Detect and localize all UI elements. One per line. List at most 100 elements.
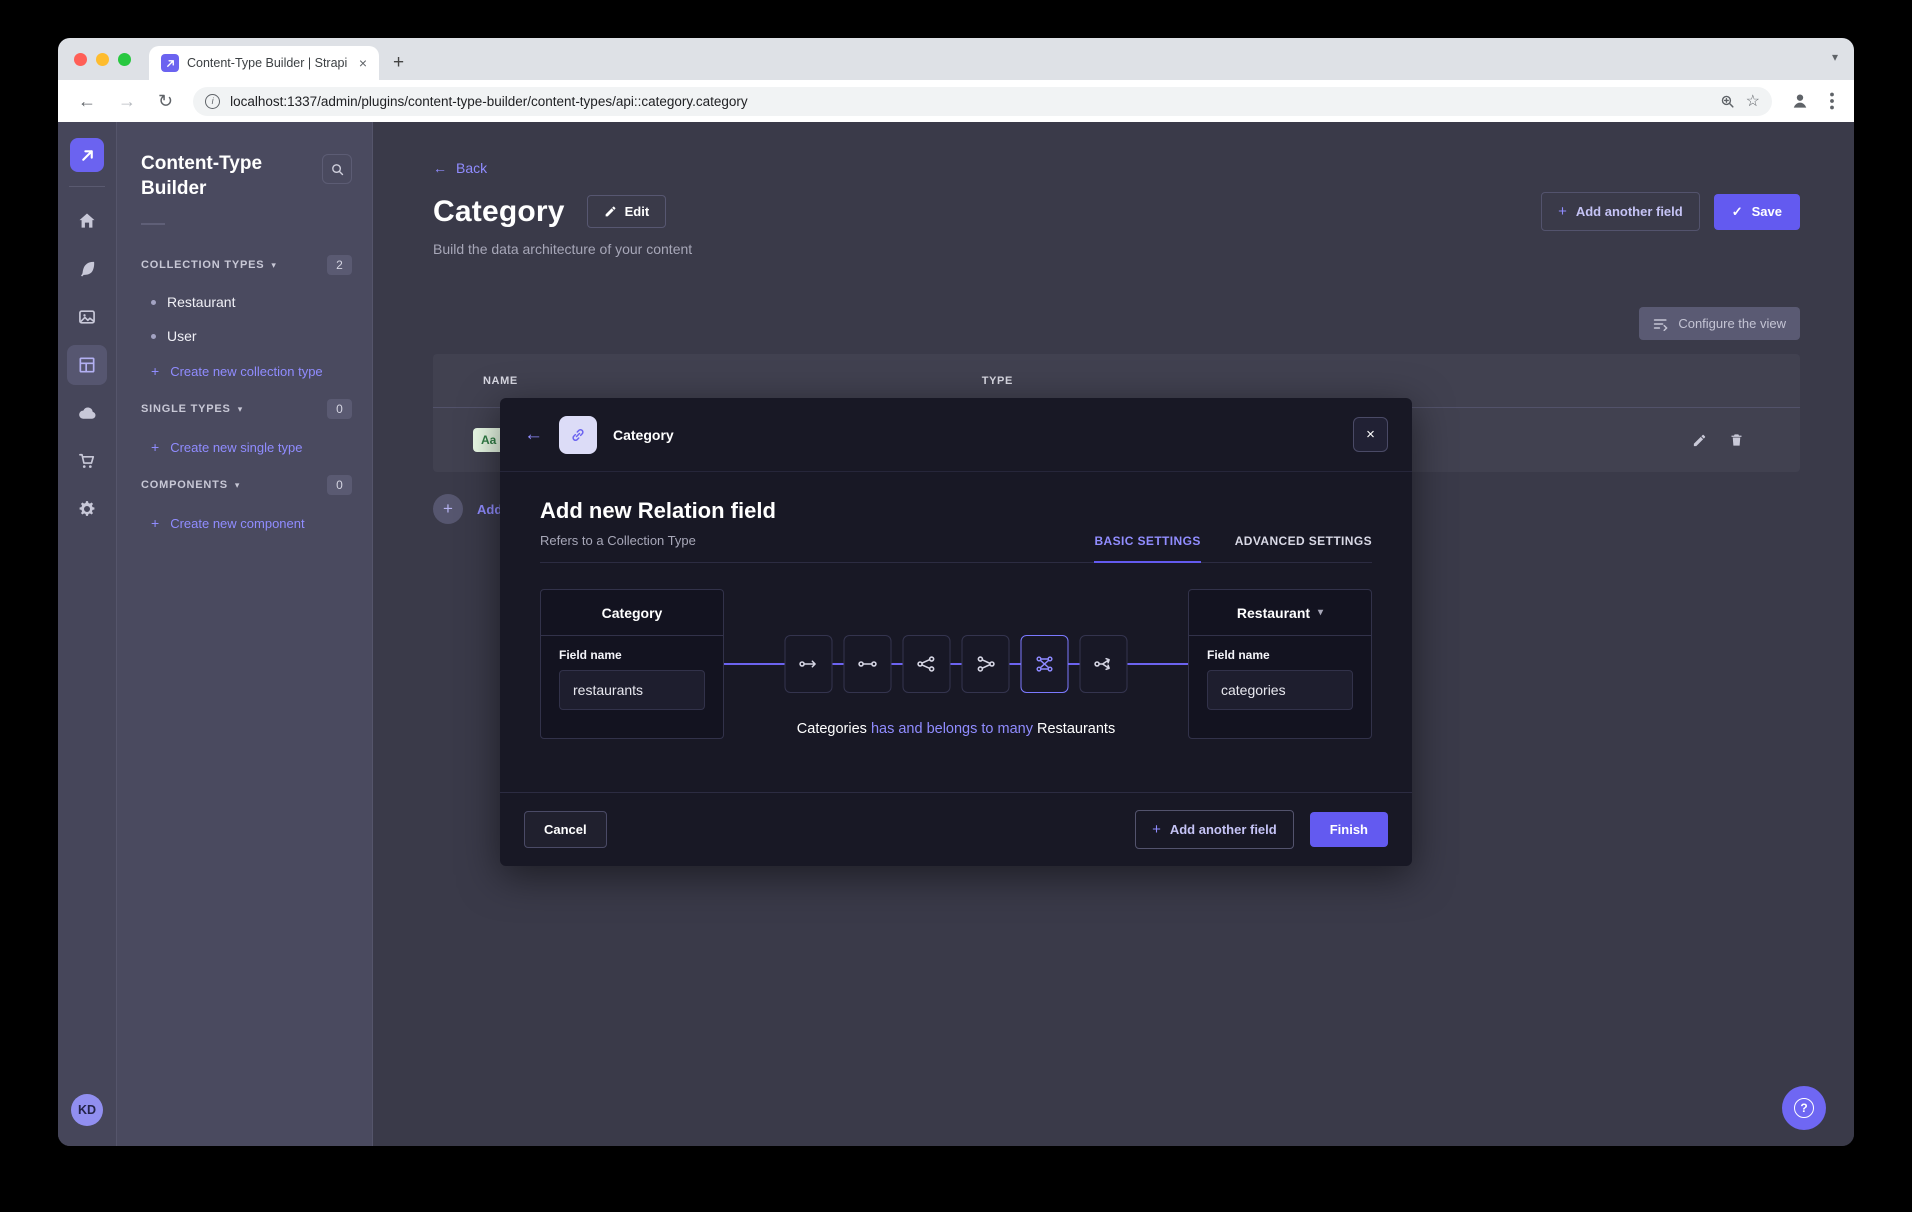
- page-subtitle: Build the data architecture of your cont…: [433, 241, 1800, 257]
- configure-row: Configure the view: [433, 307, 1800, 340]
- relation-caption: Categories has and belongs to many Resta…: [724, 721, 1188, 737]
- strapi-logo-icon[interactable]: [70, 138, 104, 172]
- tab-advanced-settings[interactable]: ADVANCED SETTINGS: [1235, 534, 1372, 562]
- target-card-dropdown[interactable]: Restaurant ▾: [1189, 590, 1371, 636]
- relation-connector: Categories has and belongs to many Resta…: [724, 589, 1188, 739]
- edit-row-pencil-icon[interactable]: [1692, 433, 1707, 448]
- plus-icon: +: [151, 363, 159, 379]
- tab-search-caret-icon[interactable]: ▾: [1832, 50, 1838, 64]
- nav-media-library-icon[interactable]: [67, 297, 107, 337]
- create-component-link[interactable]: + Create new component: [117, 505, 372, 541]
- new-tab-button[interactable]: +: [379, 52, 404, 80]
- save-button[interactable]: ✓ Save: [1714, 194, 1800, 230]
- save-label: Save: [1752, 204, 1782, 219]
- address-bar[interactable]: i localhost:1337/admin/plugins/content-t…: [193, 87, 1772, 116]
- modal-breadcrumb: Category: [613, 427, 674, 443]
- page-title: Category: [433, 195, 565, 229]
- modal-subtitle: Refers to a Collection Type: [540, 533, 776, 548]
- section-single-types[interactable]: SINGLE TYPES ▾ 0: [117, 389, 372, 429]
- target-field-name-input[interactable]: [1207, 670, 1353, 710]
- column-header-type: TYPE: [982, 375, 1013, 387]
- close-icon[interactable]: ×: [1353, 417, 1388, 452]
- profile-icon[interactable]: [1784, 91, 1816, 111]
- chevron-down-icon: ▾: [235, 480, 240, 491]
- reload-icon[interactable]: ↻: [150, 91, 181, 112]
- browser-tab-strip: Content-Type Builder | Strapi × + ▾: [58, 38, 1854, 80]
- target-card-title: Restaurant: [1237, 605, 1310, 621]
- panel-title: Content-Type Builder: [117, 152, 317, 201]
- relation-many-to-one-icon[interactable]: [962, 635, 1010, 693]
- tab-close-icon[interactable]: ×: [357, 54, 369, 72]
- browser-tab[interactable]: Content-Type Builder | Strapi ×: [149, 46, 379, 80]
- edit-button[interactable]: Edit: [587, 195, 667, 228]
- nav-deploy-icon[interactable]: [67, 393, 107, 433]
- nav-content-type-builder-icon[interactable]: [67, 345, 107, 385]
- modal-add-another-field-button[interactable]: + Add another field: [1135, 810, 1294, 849]
- section-label: COLLECTION TYPES: [141, 259, 264, 271]
- back-link[interactable]: ← Back: [433, 160, 487, 176]
- screenshot-root: Content-Type Builder | Strapi × + ▾ ← → …: [0, 0, 1912, 1212]
- modal-add-field-label: Add another field: [1170, 822, 1277, 837]
- chevron-down-icon: ▾: [1318, 607, 1323, 618]
- nav-settings-gear-icon[interactable]: [67, 489, 107, 529]
- section-components[interactable]: COMPONENTS ▾ 0: [117, 465, 372, 505]
- create-link-label: Create new single type: [170, 440, 302, 455]
- modal-body: Add new Relation field Refers to a Colle…: [500, 472, 1412, 792]
- site-info-icon[interactable]: i: [205, 94, 220, 109]
- create-single-type-link[interactable]: + Create new single type: [117, 429, 372, 465]
- plus-icon: +: [151, 439, 159, 455]
- create-link-label: Create new component: [170, 516, 304, 531]
- configure-view-label: Configure the view: [1678, 316, 1786, 331]
- url-text[interactable]: localhost:1337/admin/plugins/content-typ…: [230, 94, 1709, 109]
- create-collection-type-link[interactable]: + Create new collection type: [117, 353, 372, 389]
- browser-toolbar: ← → ↻ i localhost:1337/admin/plugins/con…: [58, 80, 1854, 122]
- finish-button[interactable]: Finish: [1310, 812, 1388, 847]
- add-relation-modal: ← Category × Add new Relation field Refe…: [500, 398, 1412, 866]
- source-card: Category Field name: [540, 589, 724, 739]
- relation-one-to-many-icon[interactable]: [903, 635, 951, 693]
- browser-window: Content-Type Builder | Strapi × + ▾ ← → …: [58, 38, 1854, 1146]
- section-collection-types[interactable]: COLLECTION TYPES ▾ 2: [117, 245, 372, 285]
- close-window-button[interactable]: [74, 53, 87, 66]
- user-avatar[interactable]: KD: [71, 1094, 103, 1126]
- plus-icon: +: [1152, 821, 1161, 838]
- header-actions: + Add another field ✓ Save: [1541, 192, 1800, 231]
- sidebar-item-user[interactable]: User: [117, 319, 372, 353]
- sidebar-item-restaurant[interactable]: Restaurant: [117, 285, 372, 319]
- strapi-favicon-icon: [161, 54, 179, 72]
- bookmark-star-icon[interactable]: ☆: [1746, 91, 1760, 111]
- main-nav-rail: KD: [58, 122, 117, 1146]
- relation-many-to-many-icon[interactable]: [1021, 635, 1069, 693]
- help-button[interactable]: ?: [1782, 1086, 1826, 1130]
- add-another-field-button[interactable]: + Add another field: [1541, 192, 1700, 231]
- zoom-page-icon[interactable]: [1719, 93, 1736, 110]
- relation-one-to-one-icon[interactable]: [844, 635, 892, 693]
- search-button[interactable]: [322, 154, 352, 184]
- modal-back-arrow-icon[interactable]: ←: [524, 424, 543, 446]
- nav-home-icon[interactable]: [67, 201, 107, 241]
- relation-many-way-icon[interactable]: [1080, 635, 1128, 693]
- zoom-window-button[interactable]: [118, 53, 131, 66]
- nav-content-manager-icon[interactable]: [67, 249, 107, 289]
- pencil-icon: [604, 205, 617, 218]
- chevron-down-icon: ▾: [271, 260, 276, 271]
- settings-lines-icon: [1653, 317, 1669, 331]
- add-field-plus-button[interactable]: +: [433, 494, 463, 524]
- configure-view-button[interactable]: Configure the view: [1639, 307, 1800, 340]
- source-field-name-input[interactable]: [559, 670, 705, 710]
- tab-basic-settings[interactable]: BASIC SETTINGS: [1094, 534, 1200, 563]
- back-nav-icon[interactable]: ←: [70, 91, 104, 112]
- delete-row-trash-icon[interactable]: [1729, 432, 1744, 448]
- forward-nav-icon[interactable]: →: [110, 91, 144, 112]
- tab-title: Content-Type Builder | Strapi: [187, 56, 349, 70]
- strapi-admin-app: KD Content-Type Builder COLLECTION TYPES…: [58, 122, 1854, 1146]
- caption-relation-type: has and belongs to many: [871, 721, 1033, 737]
- browser-menu-icon[interactable]: [1822, 92, 1842, 110]
- plus-icon: +: [151, 515, 159, 531]
- nav-marketplace-icon[interactable]: [67, 441, 107, 481]
- cancel-button[interactable]: Cancel: [524, 811, 607, 848]
- minimize-window-button[interactable]: [96, 53, 109, 66]
- relation-one-way-icon[interactable]: [785, 635, 833, 693]
- section-label: SINGLE TYPES: [141, 403, 231, 415]
- caption-source: Categories: [797, 721, 867, 737]
